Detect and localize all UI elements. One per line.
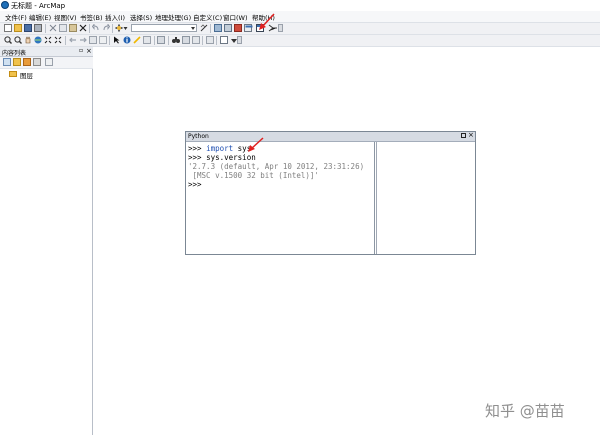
- menu-bar: 文件(F) 编辑(E) 视图(V) 书签(B) 插入(I) 选择(S) 地理处理…: [0, 11, 600, 23]
- hyperlink-icon[interactable]: [133, 36, 141, 44]
- open-icon[interactable]: [14, 24, 22, 32]
- window-title: 无标题 - ArcMap: [11, 2, 66, 10]
- find-icon[interactable]: [172, 36, 180, 44]
- toc-toolbar: [0, 57, 93, 69]
- identify-icon[interactable]: [123, 36, 131, 44]
- annotation-arrow-icon: [259, 13, 275, 30]
- console-output-line: [MSC v.1500 32 bit (Intel)]': [188, 171, 319, 180]
- time-slider-icon[interactable]: [192, 36, 200, 44]
- cut-icon[interactable]: [49, 24, 57, 32]
- python-help-pane: [376, 142, 475, 254]
- select-elements-icon[interactable]: [113, 36, 121, 44]
- python-window-titlebar[interactable]: Python ×: [186, 131, 475, 142]
- measure-icon[interactable]: [157, 36, 165, 44]
- editor-icon[interactable]: [200, 24, 208, 32]
- list-by-selection-icon[interactable]: [33, 58, 41, 66]
- html-popup-icon[interactable]: [143, 36, 151, 44]
- zoom-in-icon[interactable]: [4, 36, 12, 44]
- pin-icon[interactable]: ▫: [79, 47, 83, 54]
- list-by-visibility-icon[interactable]: [23, 58, 31, 66]
- paste-icon[interactable]: [69, 24, 77, 32]
- zoom-out-icon[interactable]: [14, 36, 22, 44]
- chevron-down-icon[interactable]: [191, 27, 195, 30]
- select-features-icon[interactable]: [89, 36, 97, 44]
- layers-folder-icon: [9, 71, 17, 77]
- title-bar: 无标题 - ArcMap: [0, 0, 600, 11]
- go-to-xy-icon[interactable]: [182, 36, 190, 44]
- add-data-icon[interactable]: [115, 24, 123, 32]
- standard-toolbar: [0, 23, 600, 35]
- menu-windows[interactable]: 窗口(W): [223, 12, 248, 22]
- list-by-drawing-order-icon[interactable]: [3, 58, 11, 66]
- menu-selection[interactable]: 选择(S): [130, 12, 152, 22]
- python-window: Python × >>> import sys >>> sys.version …: [185, 131, 476, 255]
- clear-selection-icon[interactable]: [99, 36, 107, 44]
- arcmap-app-icon: [1, 1, 9, 9]
- catalog-icon[interactable]: [214, 24, 222, 32]
- redo-icon[interactable]: [102, 23, 111, 32]
- console-line: >>> import sys: [188, 144, 252, 153]
- toc-options-icon[interactable]: [45, 58, 53, 66]
- create-viewer-icon[interactable]: [220, 36, 228, 44]
- toc-header: 内容列表 ▫ ×: [0, 47, 93, 57]
- toolbar-options-icon[interactable]: [278, 24, 283, 32]
- annotation-arrow-icon: [248, 137, 264, 152]
- list-by-source-icon[interactable]: [13, 58, 21, 66]
- watermark: 知乎 @苗苗: [485, 402, 565, 420]
- menu-geoprocessing[interactable]: 地理处理(G): [155, 12, 191, 22]
- fixed-zoom-out-icon[interactable]: [54, 36, 62, 44]
- print-icon[interactable]: [34, 24, 42, 32]
- undo-icon[interactable]: [91, 23, 100, 32]
- toolbar2-options-icon[interactable]: [237, 36, 242, 44]
- console-output-line: '2.7.3 (default, Apr 10 2012, 23:31:26): [188, 162, 365, 171]
- fixed-zoom-in-icon[interactable]: [44, 36, 52, 44]
- full-extent-icon[interactable]: [34, 36, 42, 44]
- menu-insert[interactable]: 插入(I): [105, 12, 125, 22]
- map-scale-input[interactable]: [131, 24, 197, 32]
- close-icon[interactable]: ×: [86, 47, 92, 55]
- delete-icon[interactable]: [79, 24, 87, 32]
- menu-edit[interactable]: 编辑(E): [29, 12, 51, 22]
- close-icon[interactable]: ×: [468, 131, 474, 139]
- menu-view[interactable]: 视图(V): [54, 12, 77, 22]
- python-icon[interactable]: [244, 24, 253, 32]
- menu-bookmarks[interactable]: 书签(B): [80, 12, 103, 22]
- save-icon[interactable]: [24, 24, 32, 32]
- menu-customize[interactable]: 自定义(C): [193, 12, 222, 22]
- pan-icon[interactable]: [24, 36, 32, 44]
- console-line: >>>: [188, 180, 202, 189]
- viewer-icon[interactable]: [206, 36, 214, 44]
- menu-file[interactable]: 文件(F): [5, 12, 27, 22]
- add-data-dropdown-icon[interactable]: [123, 24, 128, 32]
- toc-title: 内容列表: [2, 50, 27, 57]
- python-window-title: Python: [188, 133, 209, 140]
- new-icon[interactable]: [4, 24, 12, 32]
- table-of-contents: 内容列表 ▫ × 图层: [0, 47, 93, 435]
- forward-icon[interactable]: [79, 36, 87, 44]
- tools-toolbar: [0, 35, 600, 47]
- layers-label: 图层: [20, 72, 33, 80]
- copy-icon[interactable]: [59, 24, 67, 32]
- search-icon[interactable]: [224, 24, 232, 32]
- arctoolbox-icon[interactable]: [234, 24, 242, 32]
- maximize-icon[interactable]: [461, 133, 466, 138]
- python-console[interactable]: >>> import sys >>> sys.version '2.7.3 (d…: [186, 142, 375, 254]
- back-icon[interactable]: [69, 36, 77, 44]
